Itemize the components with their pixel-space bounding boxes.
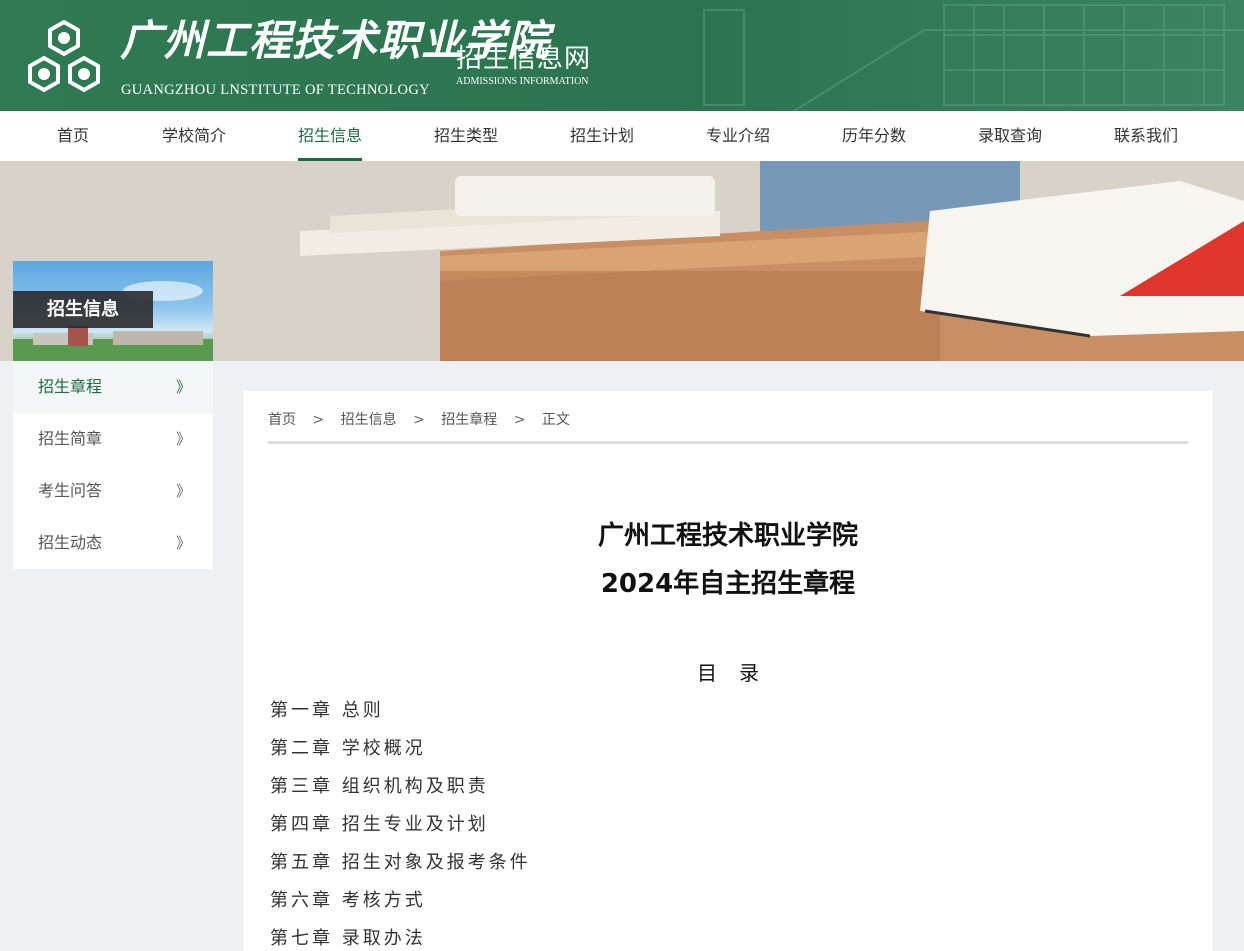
article-title-line1: 广州工程技术职业学院: [597, 521, 858, 551]
header-building-decoration: [703, 4, 1244, 111]
nav-item-majors[interactable]: 专业介绍: [706, 111, 770, 161]
sidebar-header: 招生信息: [13, 261, 213, 361]
article-panel: 首页 > 招生信息 > 招生章程 > 正文 广州工程技术职业学院 2024年自主…: [243, 391, 1213, 951]
nav-item-admissions-info[interactable]: 招生信息: [298, 111, 363, 161]
toc-item: 第五章 招生对象及报考条件: [270, 852, 531, 873]
chevron-right-icon: 》: [175, 482, 191, 500]
nav-item-past-scores[interactable]: 历年分数: [842, 111, 906, 161]
main-nav: 首页 学校简介 招生信息 招生类型 招生计划 专业介绍 历年分数 录取查询 联系…: [0, 111, 1244, 161]
breadcrumb-separator: >: [413, 412, 425, 428]
toc-item: 第六章 考核方式: [270, 890, 426, 911]
breadcrumb-divider: [268, 441, 1188, 444]
sidebar-item-label: 招生简章: [38, 429, 103, 448]
breadcrumb-admission-regulations[interactable]: 招生章程: [441, 412, 497, 428]
nav-item-admission-plan[interactable]: 招生计划: [570, 111, 634, 161]
breadcrumb-current: 正文: [541, 412, 570, 428]
toc-item: 第七章 录取办法: [270, 928, 426, 949]
toc-item: 第三章 组织机构及职责: [270, 776, 489, 797]
sidebar-item-faq[interactable]: 考生问答 》: [13, 465, 213, 517]
sidebar-title: 招生信息: [13, 291, 153, 328]
school-logo-icon[interactable]: [26, 20, 102, 96]
school-name-en: GUANGZHOU LNSTITUTE OF TECHNOLOGY: [121, 82, 430, 98]
site-title-en: ADMISSIONS INFORMATION: [456, 76, 589, 87]
chevron-right-icon: 》: [175, 430, 191, 448]
sidebar-item-label: 考生问答: [38, 481, 103, 500]
nav-item-about[interactable]: 学校简介: [162, 111, 226, 161]
sidebar-menu: 招生章程 》 招生简章 》 考生问答 》 招生动态 》: [13, 361, 213, 569]
site-title-cn: 招生信息网: [456, 44, 592, 74]
nav-item-admission-types[interactable]: 招生类型: [434, 111, 498, 161]
nav-item-contact[interactable]: 联系我们: [1114, 111, 1178, 161]
nav-item-home[interactable]: 首页: [57, 111, 89, 161]
breadcrumb-separator: >: [513, 412, 526, 428]
breadcrumb-admissions-info[interactable]: 招生信息: [341, 412, 397, 428]
sidebar-item-admission-regulations[interactable]: 招生章程 》: [13, 361, 213, 413]
toc-item: 第一章 总则: [270, 700, 384, 721]
toc-item: 第二章 学校概况: [270, 738, 426, 759]
sidebar-item-label: 招生章程: [38, 377, 103, 396]
sidebar-item-admission-brochure[interactable]: 招生简章 》: [13, 413, 213, 465]
toc-item: 第四章 招生专业及计划: [270, 814, 489, 835]
article-title-line2: 2024年自主招生章程: [600, 569, 856, 599]
chevron-right-icon: 》: [175, 534, 191, 552]
site-header: 广州工程技术职业学院 GUANGZHOU LNSTITUTE OF TECHNO…: [0, 0, 1244, 111]
nav-item-admission-query[interactable]: 录取查询: [978, 111, 1042, 161]
sidebar-item-label: 招生动态: [38, 533, 103, 552]
breadcrumb: 首页 > 招生信息 > 招生章程 > 正文: [268, 409, 570, 429]
toc-heading: 目录: [697, 661, 781, 685]
chevron-right-icon: 》: [175, 378, 191, 396]
sidebar-item-admission-news[interactable]: 招生动态 》: [13, 517, 213, 569]
breadcrumb-separator: >: [312, 412, 325, 428]
breadcrumb-home[interactable]: 首页: [268, 412, 296, 428]
